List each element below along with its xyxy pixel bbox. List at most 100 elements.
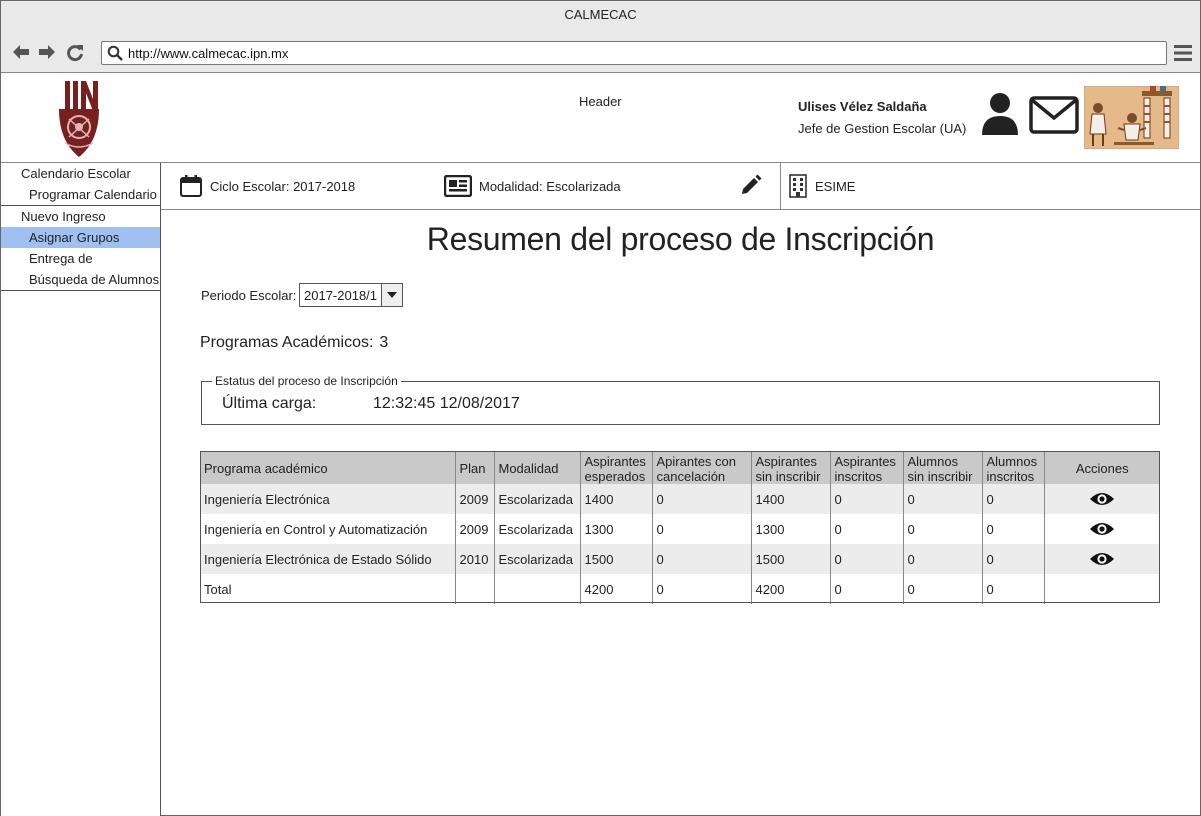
table-cell: 0 [903, 484, 983, 514]
column-header-text: inscritos [834, 468, 883, 484]
sidebar-group-nuevo-ingreso: Nuevo Ingreso Asignar Grupos Entrega de … [1, 206, 160, 291]
actions-cell [1044, 484, 1160, 514]
table-cell: 1500 [580, 544, 653, 574]
building-icon [789, 174, 807, 198]
column-header: Plan [455, 451, 495, 484]
column-header-text: Aspirantes [584, 453, 646, 469]
back-arrow-icon[interactable] [11, 42, 31, 62]
column-header-text: Apirantes con [656, 453, 737, 469]
sidebar-item-calendario-escolar[interactable]: Calendario Escolar [1, 163, 160, 184]
ciclo-escolar-info: Ciclo Escolar: 2017-2018 [179, 163, 355, 209]
url-input[interactable] [128, 45, 1158, 62]
hamburger-menu-icon[interactable] [1174, 44, 1192, 62]
forward-arrow-icon[interactable] [37, 42, 57, 62]
column-header-text: sin inscribir [755, 468, 821, 484]
ultima-carga-label: Última carga: [222, 395, 317, 412]
table-row: Ingeniería Electrónica de Estado Sólido 2… [200, 544, 1160, 574]
sidebar-group-calendario: Calendario Escolar Programar Calendario [1, 163, 160, 206]
periodo-escolar-label: Periodo Escolar: [201, 288, 297, 303]
table-cell [494, 574, 581, 604]
periodo-escolar-select[interactable]: 2017-2018/1 [299, 283, 403, 307]
sidebar-item-busqueda-alumnos[interactable]: Búsqueda de Alumnos [1, 269, 160, 290]
browser-toolbar [1, 31, 1200, 73]
column-header-text: Alumnos [986, 453, 1038, 469]
chevron-down-icon[interactable] [381, 284, 402, 306]
column-header-text: Acciones [1075, 461, 1129, 476]
table-row: Ingeniería Electrónica 2009 Escolarizada 14… [200, 484, 1160, 514]
column-header: Aspirantes sin inscribir [751, 451, 831, 484]
user-profile-icon[interactable] [981, 92, 1019, 136]
table-cell: Total [200, 574, 456, 604]
table-cell [455, 574, 495, 604]
search-icon [107, 45, 123, 61]
mail-icon[interactable] [1029, 96, 1079, 134]
column-header: Acciones [1044, 451, 1160, 484]
context-bar: Ciclo Escolar: 2017-2018 Modalidad: Esco… [161, 163, 1200, 210]
table-cell: 4200 [751, 574, 831, 604]
column-header: Alumnos sin inscribir [903, 451, 983, 484]
sidebar-item-entrega[interactable]: Entrega de [1, 248, 160, 269]
reload-icon[interactable] [65, 42, 85, 62]
view-eye-icon[interactable] [1089, 551, 1115, 567]
column-header-text: sin inscribir [907, 468, 973, 484]
actions-cell [1044, 574, 1160, 604]
table-header-row: Programa académico Plan Modalidad Aspirante… [200, 451, 1160, 484]
ultima-carga-value: 12:32:45 12/08/2017 [373, 395, 520, 412]
ipn-logo [59, 81, 99, 157]
address-bar[interactable] [101, 41, 1167, 65]
status-fieldset: Estatus del proceso de Inscripción Últim… [201, 374, 1160, 425]
column-header-text: Programa académico [204, 461, 328, 476]
table-cell: 1400 [580, 484, 653, 514]
column-header-text: inscritos [986, 468, 1035, 484]
table-cell: 0 [830, 514, 904, 544]
user-role: Jefe de Gestion Escolar (UA) [798, 121, 967, 136]
column-header-text: Aspirantes [755, 453, 817, 469]
column-header: Aspirantes esperados [580, 451, 653, 484]
column-header-text: Aspirantes [834, 453, 896, 469]
table-cell: Escolarizada [494, 514, 581, 544]
column-header-text: cancelación [656, 468, 726, 484]
periodo-escolar-value: 2017-2018/1 [304, 288, 378, 303]
table-cell: Escolarizada [494, 544, 581, 574]
table-cell: 0 [903, 544, 983, 574]
programs-table: Programa académico Plan Modalidad Aspirante… [200, 451, 1160, 604]
ciclo-escolar-text: Ciclo Escolar: 2017-2018 [210, 178, 356, 194]
codex-illustration [1084, 86, 1179, 149]
escuela-info: ESIME [789, 163, 855, 209]
escuela-text: ESIME [815, 178, 856, 194]
sidebar-item-nuevo-ingreso[interactable]: Nuevo Ingreso [1, 206, 160, 227]
table-total-row: Total 4200 0 4200 0 0 0 [200, 574, 1160, 604]
status-legend: Estatus del proceso de Inscripción [212, 374, 401, 388]
table-cell: 0 [652, 574, 752, 604]
table-cell: 1300 [580, 514, 653, 544]
sidebar-item-asignar-grupos[interactable]: Asignar Grupos [1, 227, 160, 248]
header-label: Header [579, 94, 622, 109]
column-header: Apirantes con cancelación [652, 451, 752, 484]
table-cell: 2010 [455, 544, 495, 574]
view-eye-icon[interactable] [1089, 491, 1115, 507]
table-cell: 2009 [455, 514, 495, 544]
table-cell: 1400 [751, 484, 831, 514]
modalidad-text: Modalidad: Escolarizada [479, 178, 621, 194]
page-title: Resumen del proceso de Inscripción [426, 221, 935, 257]
window-title: CALMECAC [1, 1, 1200, 31]
context-bar-divider [780, 163, 781, 209]
app-header: Header Ulises Vélez Saldaña Jefe de Gest… [1, 74, 1200, 163]
table-cell: 0 [903, 574, 983, 604]
pencil-edit-icon[interactable] [740, 174, 762, 196]
table-cell: 0 [982, 514, 1045, 544]
modalidad-info: Modalidad: Escolarizada [444, 163, 621, 209]
sidebar: Calendario Escolar Programar Calendario … [1, 163, 161, 816]
column-header-text: esperados [584, 468, 646, 484]
table-cell: 0 [652, 484, 752, 514]
programas-academicos: Programas Académicos: 3 [200, 334, 388, 352]
browser-window: CALMECAC http://www.calmecac.ipn.mx Head… [0, 0, 1201, 816]
table-cell: Escolarizada [494, 484, 581, 514]
column-header: Programa académico [200, 451, 456, 484]
sidebar-item-programar-calendario[interactable]: Programar Calendario [1, 184, 160, 205]
table-cell: 0 [903, 514, 983, 544]
column-header: Modalidad [494, 451, 581, 484]
view-eye-icon[interactable] [1089, 521, 1115, 537]
table-cell: 0 [830, 574, 904, 604]
actions-cell [1044, 544, 1160, 574]
